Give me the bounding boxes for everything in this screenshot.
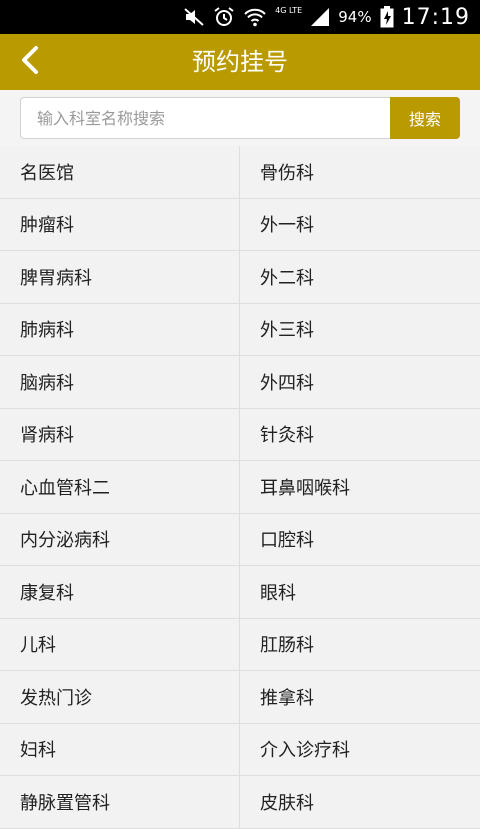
signal-icon: [310, 6, 330, 28]
department-item[interactable]: 耳鼻咽喉科: [240, 461, 480, 513]
department-item[interactable]: 肛肠科: [240, 618, 480, 670]
department-row: 心血管科二 耳鼻咽喉科: [0, 461, 480, 514]
department-item[interactable]: 肺病科: [0, 303, 240, 355]
department-item[interactable]: 发热门诊: [0, 671, 240, 723]
department-item[interactable]: 肿瘤科: [0, 198, 240, 250]
department-row: 脾胃病科 外二科: [0, 251, 480, 304]
alarm-icon: [213, 6, 235, 28]
search-button[interactable]: 搜索: [390, 97, 460, 139]
department-item[interactable]: 儿科: [0, 618, 240, 670]
page-title: 预约挂号: [192, 48, 288, 76]
department-row: 肺病科 外三科: [0, 303, 480, 356]
department-item[interactable]: 名医馆: [0, 146, 240, 198]
status-bar: 4G LTE 94% 17:19: [0, 0, 480, 34]
department-row: 肾病科 针灸科: [0, 408, 480, 461]
mute-icon: [183, 6, 205, 28]
chevron-left-icon: [19, 45, 41, 79]
department-row: 妇科 介入诊疗科: [0, 723, 480, 776]
department-row: 肿瘤科 外一科: [0, 198, 480, 251]
battery-charging-icon: [380, 6, 394, 28]
back-button[interactable]: [10, 42, 50, 82]
department-item[interactable]: 脾胃病科: [0, 251, 240, 303]
department-item[interactable]: 静脉置管科: [0, 776, 240, 828]
department-row: 儿科 肛肠科: [0, 618, 480, 671]
status-icons: 4G LTE 94% 17:19: [183, 0, 470, 34]
department-item[interactable]: 内分泌病科: [0, 513, 240, 565]
department-row: 内分泌病科 口腔科: [0, 513, 480, 566]
department-item[interactable]: 口腔科: [240, 513, 480, 565]
search-input[interactable]: [20, 97, 392, 139]
department-item[interactable]: 妇科: [0, 723, 240, 775]
department-item[interactable]: 外二科: [240, 251, 480, 303]
department-row: 康复科 眼科: [0, 566, 480, 619]
battery-percent: 94%: [338, 8, 372, 26]
department-item[interactable]: 肾病科: [0, 408, 240, 460]
department-item[interactable]: 心血管科二: [0, 461, 240, 513]
department-row: 静脉置管科 皮肤科: [0, 776, 480, 829]
department-item[interactable]: 外一科: [240, 198, 480, 250]
department-item[interactable]: 皮肤科: [240, 776, 480, 828]
department-item[interactable]: 外四科: [240, 356, 480, 408]
department-item[interactable]: 眼科: [240, 566, 480, 618]
network-type-label: 4G LTE: [275, 5, 303, 15]
department-item[interactable]: 骨伤科: [240, 146, 480, 198]
department-item[interactable]: 推拿科: [240, 671, 480, 723]
department-grid: 名医馆 骨伤科 肿瘤科 外一科 脾胃病科 外二科 肺病科 外三科 脑病科 外四科 肾病科 针灸科 心血管…: [0, 146, 480, 829]
app-header: 预约挂号: [0, 34, 480, 90]
department-item[interactable]: 针灸科: [240, 408, 480, 460]
department-item[interactable]: 介入诊疗科: [240, 723, 480, 775]
department-item[interactable]: 脑病科: [0, 356, 240, 408]
wifi-icon: [243, 6, 267, 28]
department-row: 名医馆 骨伤科: [0, 146, 480, 199]
department-item[interactable]: 外三科: [240, 303, 480, 355]
search-bar: 搜索: [0, 90, 480, 146]
clock: 17:19: [401, 4, 470, 30]
department-row: 发热门诊 推拿科: [0, 671, 480, 724]
department-row: 脑病科 外四科: [0, 356, 480, 409]
department-item[interactable]: 康复科: [0, 566, 240, 618]
